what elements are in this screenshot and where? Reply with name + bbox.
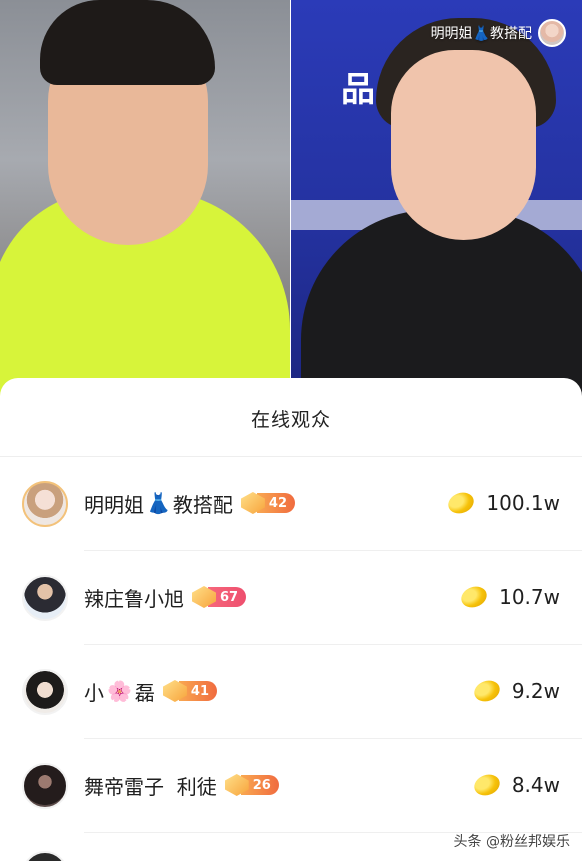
level-badge: 41 — [162, 680, 217, 702]
viewer-row[interactable]: 小 🌸 磊 41 9.2w — [0, 645, 582, 739]
panel-title: 在线观众 — [250, 408, 331, 431]
viewer-name: 明明姐 👗 教搭配 42 — [84, 485, 295, 521]
gold-bean-icon — [471, 677, 503, 705]
coin-value: 10.7w — [499, 585, 560, 609]
viewer-avatar[interactable] — [22, 481, 68, 527]
coin-count: 10.7w — [458, 579, 560, 615]
viewer-row[interactable]: 明明姐 👗 教搭配 42 100.1w — [0, 457, 582, 551]
video-area: 品 明明姐👗教搭配 — [0, 0, 582, 400]
viewer-name-text: 舞帝雷子 利徒 — [84, 774, 217, 799]
viewer-name: 小 🌸 磊 41 — [84, 673, 217, 709]
gold-bean-icon — [445, 489, 478, 517]
viewer-name-text: 明明姐 — [84, 492, 144, 517]
level-badge: 26 — [224, 774, 279, 796]
level-badge: 42 — [240, 492, 295, 514]
flower-icon: 🌸 — [107, 679, 132, 703]
watermark: 头条 @粉丝邦娱乐 — [453, 834, 570, 850]
left-video-feed[interactable] — [0, 0, 290, 400]
viewer-row[interactable]: 舞帝雷子 利徒 26 8.4w — [0, 739, 582, 833]
viewer-name-text: 教搭配 — [172, 492, 233, 517]
left-person-hair — [40, 0, 215, 85]
viewer-name: 辣庄鲁小旭 67 — [84, 579, 247, 615]
host-name: 明明姐👗教搭配 — [430, 26, 532, 42]
coin-count: 8.4w — [471, 767, 560, 803]
gold-bean-icon — [471, 771, 503, 799]
right-person-face — [391, 50, 536, 240]
coin-value: 100.1w — [486, 491, 560, 515]
viewer-name: 舞帝雷子 利徒 26 — [84, 767, 279, 803]
right-video-feed[interactable]: 品 — [291, 0, 582, 400]
coin-value: 9.2w — [511, 679, 560, 703]
viewer-avatar[interactable] — [22, 763, 68, 809]
coin-value: 8.4w — [511, 773, 560, 797]
viewer-name-text: 磊 — [134, 680, 155, 705]
viewer-avatar[interactable] — [22, 851, 68, 861]
host-avatar-icon[interactable] — [538, 19, 566, 47]
host-tag[interactable]: 明明姐👗教搭配 — [431, 18, 566, 48]
dress-icon: 👗 — [146, 491, 171, 515]
right-person-shirt — [301, 210, 582, 400]
viewer-name-text: 小 — [84, 680, 104, 705]
viewer-avatar[interactable] — [22, 669, 68, 715]
backdrop-sign: 品 — [341, 70, 379, 110]
online-audience-panel: 在线观众 明明姐 👗 教搭配 42 100.1w 辣庄鲁小旭 67 10.7w … — [0, 378, 582, 861]
viewer-avatar[interactable] — [22, 575, 68, 621]
coin-count: 9.2w — [471, 673, 560, 709]
viewer-row[interactable]: 辣庄鲁小旭 67 10.7w — [0, 551, 582, 645]
level-badge: 67 — [192, 586, 247, 608]
gold-bean-icon — [458, 583, 490, 611]
coin-count: 100.1w — [445, 485, 560, 521]
viewer-name-text: 辣庄鲁小旭 — [84, 586, 184, 611]
